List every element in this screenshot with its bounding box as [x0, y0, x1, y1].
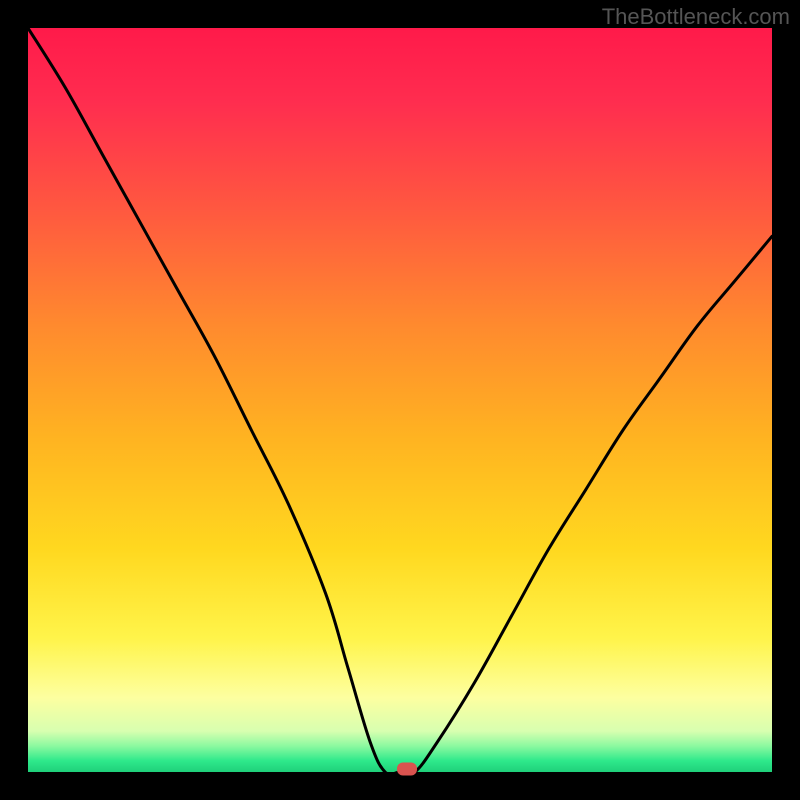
minimum-marker — [397, 763, 417, 776]
chart-container — [28, 28, 772, 772]
bottleneck-curve — [28, 28, 772, 772]
attribution-text: TheBottleneck.com — [602, 4, 790, 30]
